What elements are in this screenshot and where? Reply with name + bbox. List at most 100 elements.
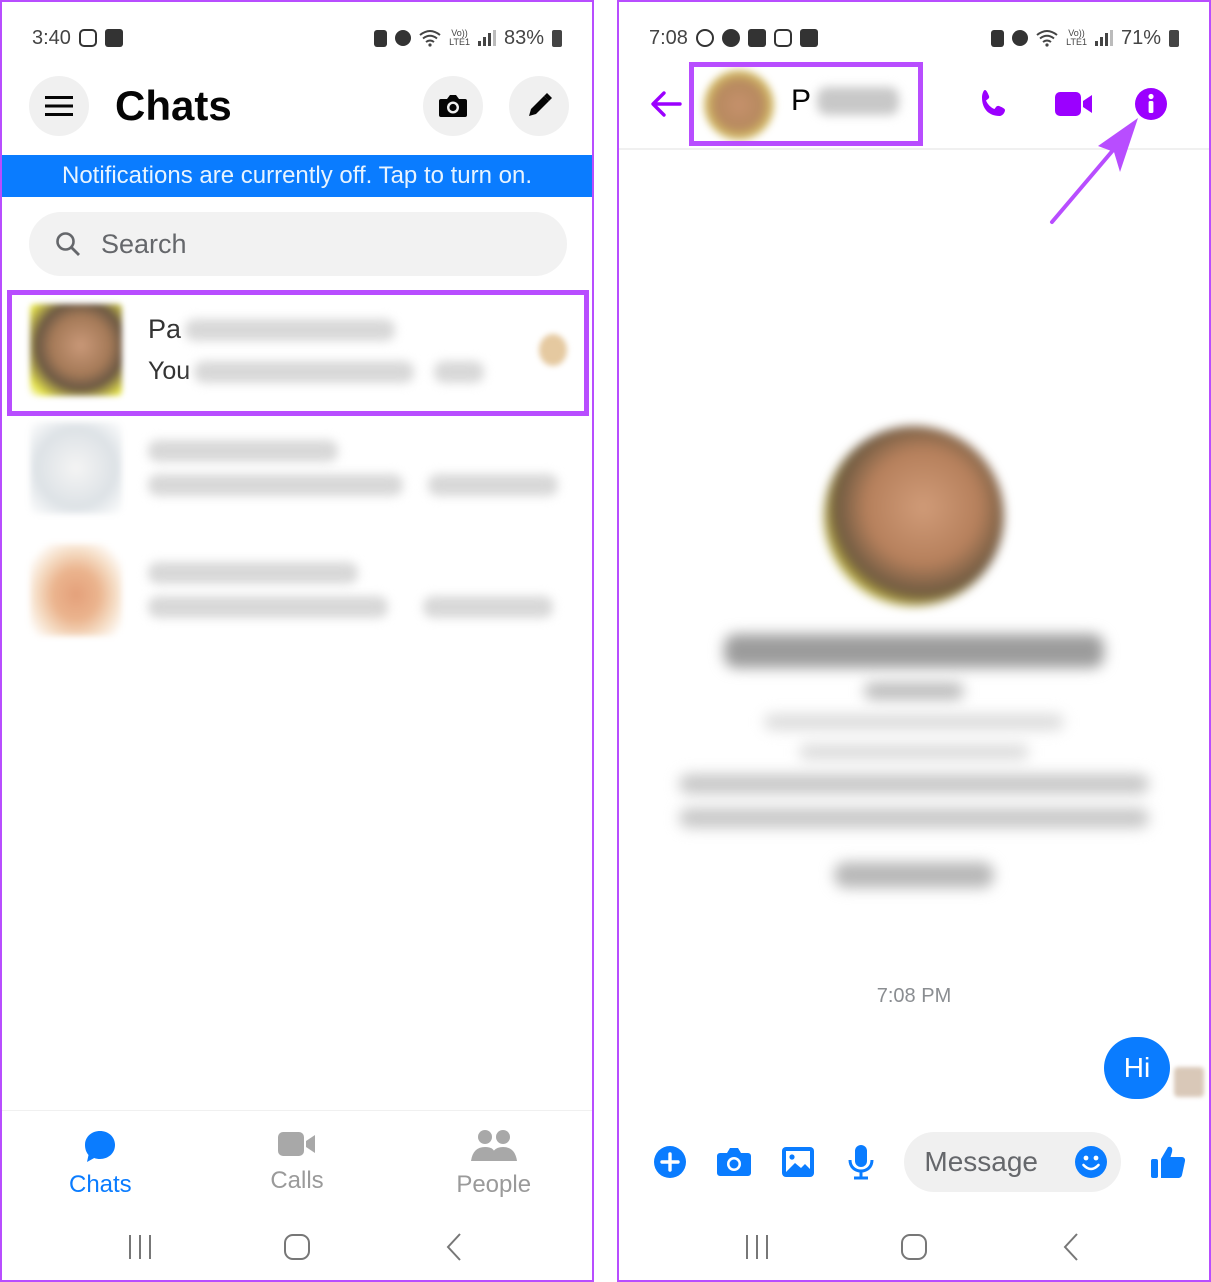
battery-icon bbox=[552, 29, 562, 47]
seen-avatar bbox=[1174, 1067, 1204, 1097]
more-actions-button[interactable] bbox=[647, 1138, 693, 1186]
system-navigation-bar bbox=[619, 1222, 1209, 1272]
blurred-preview bbox=[148, 474, 403, 496]
back-button[interactable] bbox=[424, 1227, 484, 1267]
gallery-icon bbox=[799, 29, 818, 47]
nav-label: Chats bbox=[68, 1171, 132, 1198]
info-button[interactable] bbox=[1126, 80, 1176, 128]
back-arrow-button[interactable] bbox=[641, 80, 691, 128]
voice-message-button[interactable] bbox=[839, 1138, 885, 1186]
u-app-icon bbox=[747, 29, 766, 47]
video-camera-icon bbox=[278, 1132, 315, 1156]
battery-saver-icon bbox=[374, 29, 388, 47]
message-input-field[interactable] bbox=[904, 1132, 1122, 1192]
nav-tab-calls[interactable]: Calls bbox=[199, 1111, 396, 1210]
conversation-header: P bbox=[619, 62, 1209, 150]
blurred-profile-label bbox=[864, 682, 964, 700]
blurred-time bbox=[428, 474, 558, 496]
conversation-screen: 7:08 Vo)) LTE1 71% P 7:08 PM Hi Message bbox=[617, 0, 1211, 1282]
message-composer bbox=[619, 1130, 1209, 1194]
search-input[interactable] bbox=[101, 228, 521, 260]
blurred-profile-info bbox=[799, 744, 1029, 760]
battery-icon bbox=[1169, 29, 1179, 47]
recent-apps-icon bbox=[129, 1235, 152, 1259]
nav-label: People bbox=[456, 1171, 532, 1198]
messages-icon bbox=[721, 29, 740, 47]
volte-lte-icon: Vo)) LTE1 bbox=[449, 28, 470, 47]
message-text: Hi bbox=[1123, 1052, 1151, 1083]
blurred-name bbox=[148, 562, 358, 584]
home-icon bbox=[900, 1234, 927, 1260]
view-profile-button[interactable] bbox=[834, 862, 994, 888]
thumbs-up-icon bbox=[1151, 1146, 1186, 1178]
signal-icon bbox=[1094, 30, 1113, 46]
alarm-icon bbox=[1012, 30, 1029, 46]
blurred-profile-info bbox=[679, 808, 1149, 828]
status-time: 7:08 bbox=[649, 26, 688, 49]
back-arrow-icon bbox=[651, 91, 682, 117]
chats-list-screen: 3:40 Vo)) LTE1 83% Chats Notifications ar… bbox=[0, 0, 594, 1282]
page-title: Chats bbox=[115, 82, 232, 129]
alarm-icon bbox=[395, 30, 412, 46]
back-icon bbox=[446, 1233, 461, 1261]
pencil-icon bbox=[529, 93, 552, 116]
gallery-icon bbox=[104, 29, 123, 47]
nav-label: Calls bbox=[270, 1167, 324, 1194]
chat-list-item[interactable] bbox=[30, 542, 575, 638]
nav-tab-chats[interactable]: Chats bbox=[2, 1111, 199, 1210]
instagram-icon bbox=[773, 29, 792, 47]
outgoing-message-bubble: Hi bbox=[1104, 1037, 1170, 1099]
volte-lte-icon: Vo)) LTE1 bbox=[1066, 28, 1087, 47]
wifi-icon bbox=[1036, 30, 1058, 47]
gallery-icon bbox=[781, 1147, 814, 1177]
info-icon bbox=[1135, 88, 1167, 120]
signal-icon bbox=[477, 30, 496, 46]
battery-percent: 83% bbox=[503, 26, 544, 49]
home-icon bbox=[283, 1234, 310, 1260]
home-button[interactable] bbox=[267, 1227, 327, 1267]
nav-tab-people[interactable]: People bbox=[395, 1111, 592, 1210]
camera-button[interactable] bbox=[711, 1138, 757, 1186]
contact-profile-summary bbox=[619, 422, 1209, 888]
blurred-time bbox=[423, 596, 553, 618]
bottom-navigation: Chats Calls People bbox=[2, 1110, 592, 1210]
video-call-button[interactable] bbox=[1049, 80, 1099, 128]
video-camera-icon bbox=[1055, 92, 1092, 116]
battery-saver-icon bbox=[991, 29, 1005, 47]
notifications-off-banner[interactable]: Notifications are currently off. Tap to … bbox=[2, 155, 592, 197]
wifi-icon bbox=[419, 30, 441, 47]
chat-bubble-icon bbox=[85, 1131, 116, 1162]
recent-apps-button[interactable] bbox=[110, 1227, 170, 1267]
instagram-icon bbox=[78, 29, 97, 47]
camera-button[interactable] bbox=[423, 76, 483, 136]
chat-list-item[interactable] bbox=[30, 420, 575, 516]
plus-icon bbox=[653, 1146, 686, 1178]
recent-apps-icon bbox=[746, 1235, 769, 1259]
like-button[interactable] bbox=[1145, 1138, 1191, 1186]
camera-icon bbox=[439, 95, 467, 117]
annotation-highlight-chat bbox=[7, 290, 589, 416]
message-input[interactable] bbox=[924, 1146, 1075, 1178]
emoji-icon[interactable] bbox=[1074, 1145, 1108, 1179]
menu-button[interactable] bbox=[29, 76, 89, 136]
search-bar[interactable] bbox=[29, 212, 567, 276]
whatsapp-icon bbox=[695, 29, 714, 47]
new-message-button[interactable] bbox=[509, 76, 569, 136]
back-button[interactable] bbox=[1041, 1227, 1101, 1267]
contact-avatar bbox=[30, 544, 122, 636]
blurred-preview bbox=[148, 596, 388, 618]
voice-call-button[interactable] bbox=[969, 80, 1019, 128]
microphone-icon bbox=[848, 1145, 874, 1180]
blurred-profile-info bbox=[679, 774, 1149, 794]
camera-icon bbox=[716, 1148, 751, 1176]
home-button[interactable] bbox=[884, 1227, 944, 1267]
people-icon bbox=[470, 1130, 517, 1161]
phone-icon bbox=[982, 90, 1005, 116]
blurred-profile-name bbox=[724, 634, 1104, 668]
search-icon bbox=[56, 232, 80, 256]
recent-apps-button[interactable] bbox=[727, 1227, 787, 1267]
contact-avatar bbox=[30, 422, 122, 514]
gallery-button[interactable] bbox=[775, 1138, 821, 1186]
message-timestamp: 7:08 PM bbox=[876, 985, 952, 1007]
status-bar: 3:40 Vo)) LTE1 83% bbox=[32, 24, 562, 52]
